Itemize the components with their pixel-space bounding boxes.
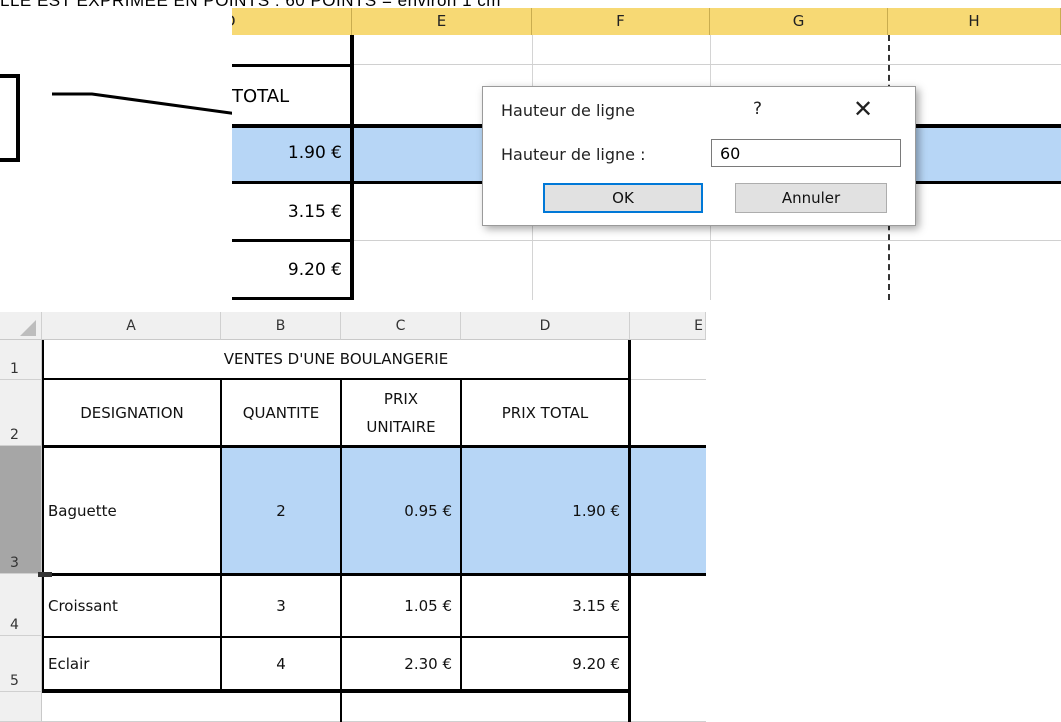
column-header-d[interactable]: D	[461, 312, 630, 340]
header-prix-total[interactable]: PRIX TOTAL	[462, 380, 628, 445]
cell-c3[interactable]: 0.95 €	[342, 448, 460, 573]
help-icon[interactable]: ?	[753, 99, 762, 119]
column-header-b[interactable]: B	[221, 312, 341, 340]
column-header-c[interactable]: C	[341, 312, 461, 340]
close-icon[interactable]: ✕	[853, 95, 873, 123]
callout-box-edge	[0, 74, 20, 162]
cancel-button[interactable]: Annuler	[735, 183, 887, 213]
select-all-corner[interactable]	[0, 312, 42, 340]
cell-b3[interactable]: 2	[222, 448, 340, 573]
cell-a5[interactable]: Eclair	[44, 638, 220, 689]
zoom-cell-total-header[interactable]: TOTAL	[232, 86, 352, 107]
bakery-spreadsheet: A B C D E 1 2 3 4 5 VENTES D'UNE BOULANG…	[0, 300, 706, 722]
cell-d5[interactable]: 9.20 €	[462, 638, 628, 689]
row-header-1[interactable]: 1	[0, 340, 42, 380]
row-height-dialog: Hauteur de ligne ? ✕ Hauteur de ligne : …	[482, 86, 916, 226]
column-header-g[interactable]: G	[710, 8, 888, 35]
select-all-triangle-icon	[20, 320, 36, 336]
sheet-title-cell[interactable]: VENTES D'UNE BOULANGERIE	[44, 340, 628, 378]
header-designation[interactable]: DESIGNATION	[44, 380, 220, 445]
row-header-5[interactable]: 5	[0, 636, 42, 692]
row-header-6[interactable]	[0, 692, 42, 722]
zoom-cell-d3[interactable]: 1.90 €	[232, 143, 352, 163]
header-prix-line1: PRIX	[383, 389, 419, 408]
column-header-f[interactable]: F	[532, 8, 710, 35]
row-resize-handle[interactable]	[38, 572, 52, 577]
column-header-a[interactable]: A	[42, 312, 221, 340]
cell-d3[interactable]: 1.90 €	[462, 448, 628, 573]
row-header-3[interactable]: 3	[0, 446, 42, 574]
row-height-label: Hauteur de ligne :	[501, 145, 646, 164]
cell-b5[interactable]: 4	[222, 638, 340, 689]
header-prix-unitaire[interactable]: PRIX UNITAIRE	[342, 380, 460, 445]
column-header-e[interactable]: E	[352, 8, 532, 35]
cell-a3[interactable]: Baguette	[44, 448, 220, 573]
row-header-2[interactable]: 2	[0, 380, 42, 446]
column-header-h[interactable]: H	[888, 8, 1061, 35]
column-header-d[interactable]: D	[232, 8, 352, 35]
ok-button[interactable]: OK	[543, 183, 703, 213]
column-header-e[interactable]: E	[630, 312, 706, 340]
row-header-4[interactable]: 4	[0, 574, 42, 636]
row-height-input[interactable]	[711, 139, 901, 167]
cell-a4[interactable]: Croissant	[44, 576, 220, 636]
cell-c4[interactable]: 1.05 €	[342, 576, 460, 636]
cell-c5[interactable]: 2.30 €	[342, 638, 460, 689]
cell-b4[interactable]: 3	[222, 576, 340, 636]
header-quantite[interactable]: QUANTITE	[222, 380, 340, 445]
zoom-cell-d5[interactable]: 9.20 €	[232, 260, 352, 280]
cell-d4[interactable]: 3.15 €	[462, 576, 628, 636]
header-prix-line2: UNITAIRE	[366, 417, 436, 436]
zoom-cell-d4[interactable]: 3.15 €	[232, 202, 352, 222]
dialog-title: Hauteur de ligne	[501, 101, 636, 120]
